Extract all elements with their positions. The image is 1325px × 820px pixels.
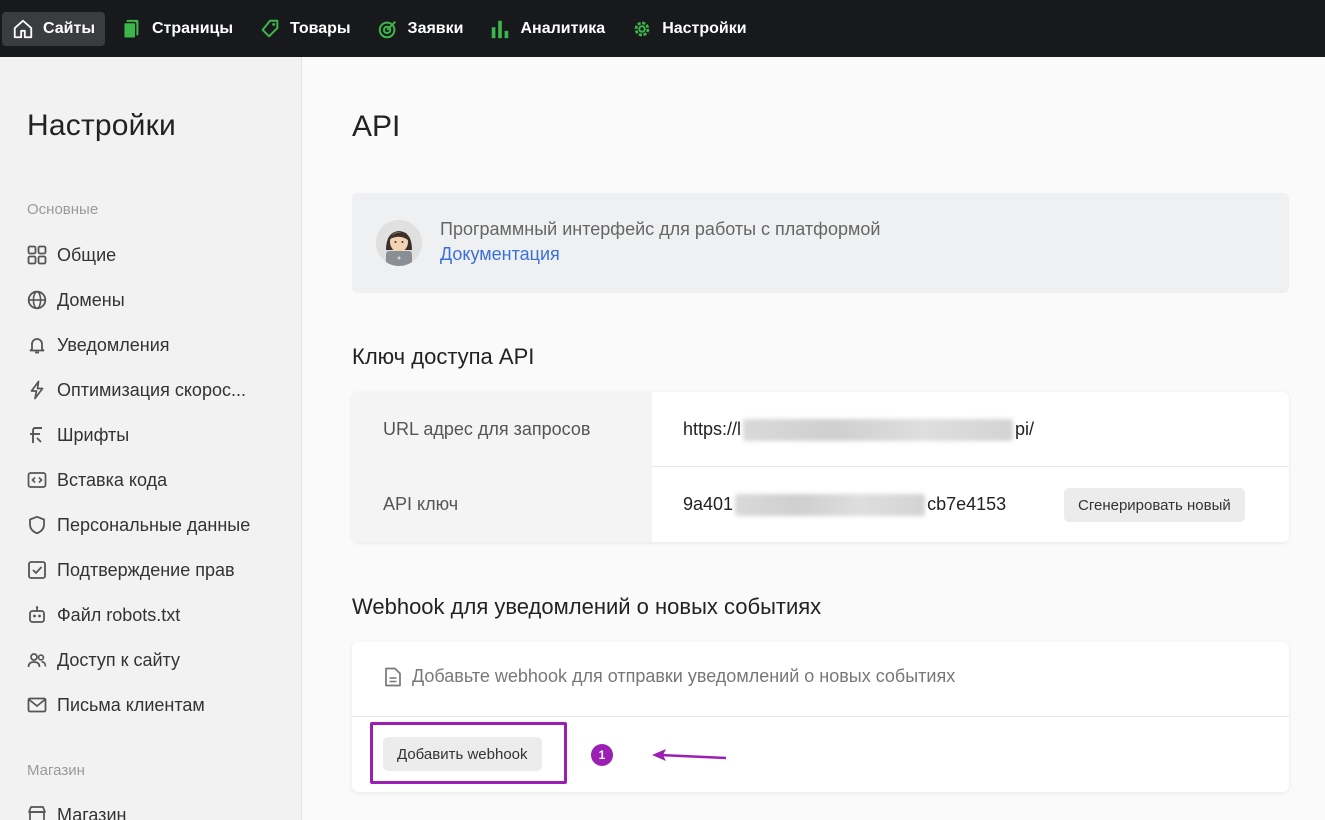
- lightning-icon: [30, 380, 44, 400]
- webhook-heading: Webhook для уведомлений о новых событиях: [352, 594, 822, 619]
- key-suffix: cb7e4153: [927, 494, 1007, 514]
- sidebar-item-personal-data[interactable]: Персональные данные: [27, 510, 287, 540]
- sidebar-item-label: Уведомления: [57, 334, 170, 355]
- shield-icon: [29, 515, 45, 535]
- sidebar-item-label: Общие: [57, 244, 117, 265]
- robot-icon: [29, 606, 45, 623]
- globe-icon: [27, 290, 47, 310]
- mail-icon: [27, 697, 47, 713]
- checkbox-icon: [28, 561, 46, 579]
- nav-item-requests[interactable]: Заявки: [367, 12, 474, 46]
- nav-item-sites[interactable]: Сайты: [2, 11, 105, 46]
- panel-divider: [352, 716, 1289, 717]
- nav-item-products[interactable]: Товары: [249, 12, 361, 46]
- sidebar-title: Настройки: [27, 109, 176, 142]
- annotation-arrow-icon: [652, 749, 727, 761]
- sidebar-item-label: Оптимизация скорос...: [57, 379, 246, 400]
- tag-icon: [261, 19, 279, 37]
- sidebar-item-speed-optimization[interactable]: Оптимизация скорос...: [27, 375, 287, 405]
- sidebar-item-notifications[interactable]: Уведомления: [27, 330, 287, 360]
- sidebar-item-label: Домены: [57, 289, 125, 310]
- nav-item-label: Настройки: [662, 19, 747, 37]
- sidebar-item-label: Файл robots.txt: [57, 604, 181, 625]
- top-navigation: Сайты Страницы Товары Заявки Аналитика Н…: [0, 0, 1325, 57]
- page-title: API: [352, 110, 401, 143]
- api-info-box: Программный интерфейс для работы с платф…: [352, 193, 1289, 293]
- nav-item-pages[interactable]: Страницы: [111, 12, 243, 46]
- nav-item-analytics[interactable]: Аналитика: [479, 12, 615, 46]
- api-key-heading: Ключ доступа API: [352, 344, 535, 369]
- documentation-link[interactable]: Документация: [440, 244, 560, 265]
- font-icon: [30, 427, 42, 443]
- info-text: Программный интерфейс для работы с платф…: [440, 219, 881, 239]
- redacted-key-part: [735, 493, 926, 516]
- sidebar-item-shop[interactable]: Магазин: [27, 800, 287, 820]
- nav-item-label: Заявки: [407, 19, 464, 37]
- sidebar-item-fonts[interactable]: Шрифты: [27, 420, 287, 450]
- api-key-value[interactable]: 9a401 cb7e4153: [683, 467, 1006, 542]
- nav-item-settings[interactable]: Настройки: [621, 12, 756, 46]
- bell-icon: [29, 338, 45, 354]
- developer-avatar-icon: [376, 220, 422, 266]
- table-row: API ключ 9a401 cb7e4153 Сгенерировать но…: [352, 467, 1289, 542]
- url-value[interactable]: https://l pi/: [683, 392, 1034, 467]
- sidebar-item-general[interactable]: Общие: [27, 240, 287, 270]
- document-icon: [385, 667, 401, 686]
- code-icon: [27, 472, 47, 488]
- sidebar-item-label: Подтверждение прав: [57, 559, 235, 580]
- nav-item-label: Аналитика: [520, 19, 606, 37]
- api-credentials-table: URL адрес для запросов https://l pi/ API…: [352, 392, 1289, 542]
- sidebar-item-label: Доступ к сайту: [57, 649, 180, 670]
- sidebar-item-label: Письма клиентам: [57, 694, 205, 715]
- settings-sidebar: Настройки Основные Общие Домены Уведомле…: [0, 57, 302, 820]
- sidebar-item-label: Персональные данные: [57, 514, 251, 535]
- url-prefix: https://l: [683, 419, 742, 439]
- url-label: URL адрес для запросов: [352, 392, 652, 467]
- main-content: API Программный интерфейс для работы с п…: [302, 57, 1325, 820]
- url-suffix: pi/: [1015, 419, 1035, 439]
- nav-item-label: Товары: [290, 19, 351, 37]
- annotation-badge: 1: [591, 744, 613, 766]
- webhook-panel: Добавьте webhook для отправки уведомлени…: [352, 642, 1289, 792]
- sidebar-item-label: Шрифты: [57, 424, 130, 445]
- sidebar-item-site-access[interactable]: Доступ к сайту: [27, 645, 287, 675]
- sidebar-item-domains[interactable]: Домены: [27, 285, 287, 315]
- avatar: [376, 220, 422, 266]
- generate-key-button[interactable]: Сгенерировать новый: [1064, 488, 1245, 522]
- shop-icon: [28, 806, 46, 820]
- home-icon: [13, 19, 33, 38]
- sidebar-section-shop: Магазин: [27, 762, 85, 779]
- sidebar-item-label: Вставка кода: [57, 469, 168, 490]
- sidebar-item-label: Магазин: [57, 804, 127, 820]
- redacted-url-part: [743, 418, 1014, 441]
- sidebar-item-robots[interactable]: Файл robots.txt: [27, 600, 287, 630]
- webhook-hint: Добавьте webhook для отправки уведомлени…: [384, 666, 955, 687]
- target-icon: [378, 20, 396, 38]
- table-row: URL адрес для запросов https://l pi/: [352, 392, 1289, 467]
- sidebar-section-main: Основные: [27, 201, 99, 218]
- pages-icon: [123, 19, 139, 39]
- nav-item-label: Сайты: [43, 19, 95, 37]
- sidebar-item-verification[interactable]: Подтверждение прав: [27, 555, 287, 585]
- grid-icon: [27, 245, 47, 265]
- api-key-label: API ключ: [352, 467, 652, 542]
- sidebar-item-client-emails[interactable]: Письма клиентам: [27, 690, 287, 720]
- sidebar-item-code-insert[interactable]: Вставка кода: [27, 465, 287, 495]
- gear-icon: [634, 21, 650, 36]
- key-prefix: 9a401: [683, 494, 734, 514]
- bar-chart-icon: [492, 20, 509, 38]
- webhook-hint-text: Добавьте webhook для отправки уведомлени…: [412, 666, 956, 686]
- add-webhook-button[interactable]: Добавить webhook: [383, 737, 542, 771]
- users-icon: [27, 653, 47, 668]
- nav-item-label: Страницы: [151, 19, 234, 37]
